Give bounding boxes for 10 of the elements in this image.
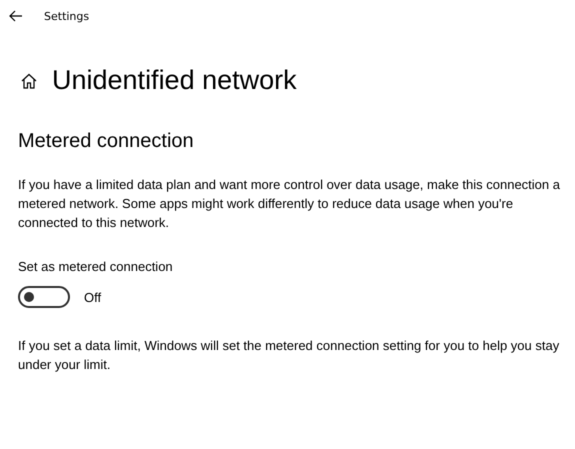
back-button[interactable]	[8, 8, 24, 24]
description-text: If you have a limited data plan and want more control over data usage, make this connection a metered network. Some apps might work differently to reduce data usage when you're connected to this network.	[18, 176, 561, 232]
toggle-state-text: Off	[84, 290, 102, 304]
metered-toggle[interactable]	[18, 286, 70, 308]
section-heading: Metered connection	[18, 130, 195, 153]
window-title: Settings	[44, 10, 90, 22]
page-title: Unidentified network	[52, 65, 297, 96]
note-text: If you set a data limit, Windows will set the metered connection setting for you to help you stay under your limit.	[18, 337, 560, 374]
home-icon[interactable]	[20, 72, 38, 90]
toggle-label: Set as metered connection	[18, 259, 174, 274]
